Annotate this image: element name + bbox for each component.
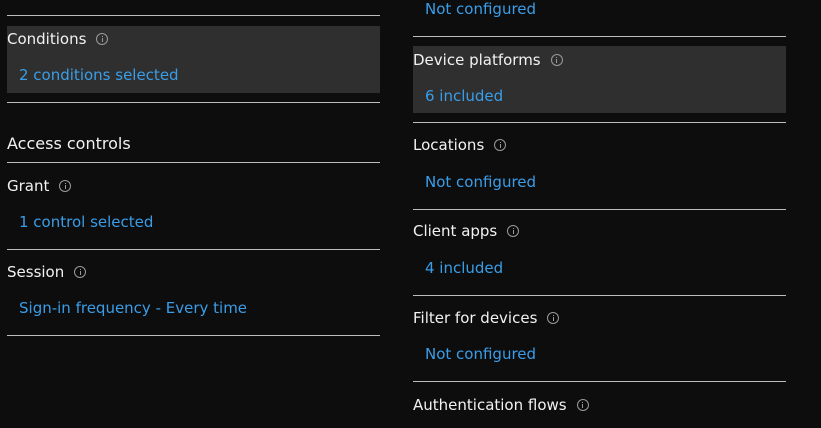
divider [7, 335, 380, 336]
locations-label: Locations [413, 136, 485, 154]
device-platforms-label: Device platforms [413, 51, 541, 69]
divider [413, 36, 786, 37]
device-platforms-link[interactable]: 6 included [425, 87, 503, 105]
filter-for-devices-label: Filter for devices [413, 309, 538, 327]
device-platforms-label-row: Device platforms [413, 51, 563, 69]
authentication-flows-label-row: Authentication flows [413, 396, 589, 414]
info-icon[interactable] [576, 399, 589, 411]
divider [7, 162, 380, 163]
divider [413, 209, 786, 210]
divider [413, 122, 786, 123]
client-apps-link[interactable]: 4 included [425, 259, 503, 277]
filter-for-devices-label-row: Filter for devices [413, 309, 560, 327]
divider [7, 102, 380, 103]
info-icon[interactable] [547, 312, 560, 324]
info-icon[interactable] [507, 225, 520, 237]
users-value-link[interactable]: Not configured [425, 0, 536, 18]
locations-label-row: Locations [413, 136, 507, 154]
device-platforms-section[interactable]: Device platforms 6 included [413, 46, 786, 113]
info-icon[interactable] [494, 139, 507, 151]
client-apps-label-row: Client apps [413, 222, 520, 240]
grant-label-row: Grant [7, 177, 72, 195]
divider [7, 15, 380, 16]
conditions-link[interactable]: 2 conditions selected [19, 66, 179, 84]
session-label: Session [7, 263, 65, 281]
info-icon[interactable] [550, 54, 563, 66]
conditions-label: Conditions [7, 30, 87, 48]
grant-label: Grant [7, 177, 50, 195]
conditional-access-policy-panel: Conditions 2 conditions selected Access … [0, 0, 821, 428]
access-controls-heading: Access controls [7, 134, 131, 153]
info-icon[interactable] [74, 266, 87, 278]
grant-link[interactable]: 1 control selected [19, 213, 153, 231]
divider [413, 381, 786, 382]
info-icon[interactable] [96, 33, 109, 45]
locations-link[interactable]: Not configured [425, 173, 536, 191]
authentication-flows-label: Authentication flows [413, 396, 567, 414]
filter-for-devices-link[interactable]: Not configured [425, 345, 536, 363]
session-label-row: Session [7, 263, 87, 281]
conditions-section[interactable]: Conditions 2 conditions selected [7, 26, 380, 93]
info-icon[interactable] [59, 180, 72, 192]
session-link[interactable]: Sign-in frequency - Every time [19, 299, 247, 317]
conditions-label-row: Conditions [7, 30, 109, 48]
divider [413, 295, 786, 296]
client-apps-label: Client apps [413, 222, 498, 240]
divider [7, 249, 380, 250]
